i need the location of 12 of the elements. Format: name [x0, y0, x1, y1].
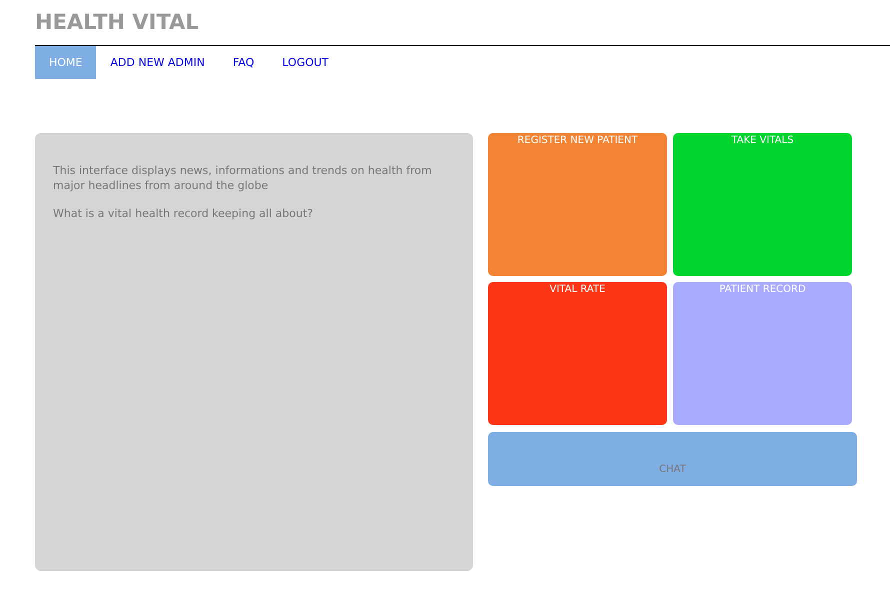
menu-tile[interactable]: PATIENT RECORD: [673, 282, 852, 425]
menu-tile[interactable]: VITAL RATE: [488, 282, 667, 425]
chat-button[interactable]: CHAT: [488, 432, 857, 486]
info-text: What is a vital health record keeping all about?: [53, 206, 314, 221]
menu-tile[interactable]: TAKE VITALS: [673, 133, 852, 276]
nav-link[interactable]: FAQ: [218, 46, 268, 79]
info-text: This interface displays news, informations and trends on health from major headlines from around the globe: [53, 163, 433, 193]
nav-link[interactable]: HOME: [35, 46, 96, 79]
nav-link[interactable]: ADD NEW ADMIN: [96, 46, 219, 79]
nav-link[interactable]: LOGOUT: [268, 46, 343, 79]
site-title: HEALTH VITAL: [34, 9, 200, 36]
menu-tile[interactable]: REGISTER NEW PATIENT: [488, 133, 667, 276]
